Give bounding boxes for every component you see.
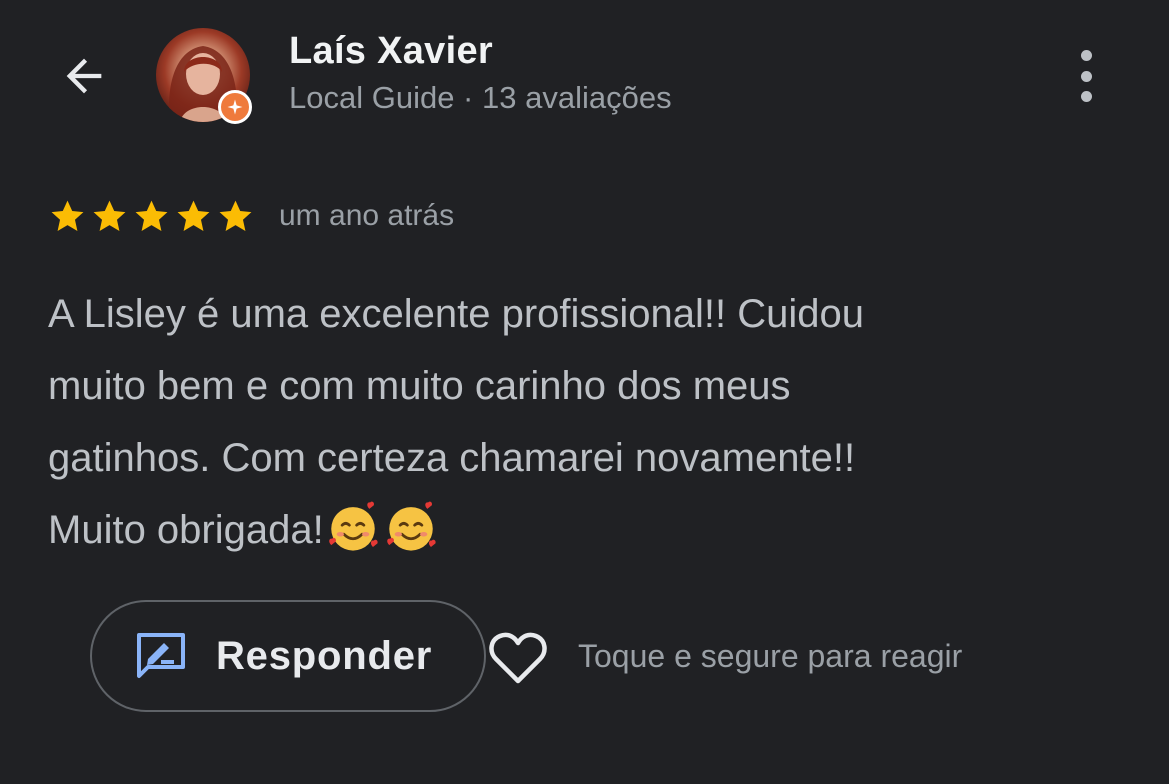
react-hint: Toque e segure para reagir xyxy=(578,638,963,674)
reply-label: Responder xyxy=(216,633,433,678)
review-date: um ano atrás xyxy=(279,199,455,232)
reply-button[interactable]: Responder xyxy=(90,600,486,712)
smiling-face-with-hearts-emoji xyxy=(328,502,378,551)
star-icon xyxy=(51,200,84,231)
local-guide-star-badge-icon xyxy=(227,99,243,115)
reviewer-meta: Local Guide · 13 avaliações xyxy=(289,80,672,115)
local-guide-badge xyxy=(218,90,252,124)
review-emojis xyxy=(324,502,440,552)
back-button[interactable] xyxy=(52,44,116,108)
heart-outline-icon xyxy=(489,632,547,684)
more-options-button[interactable] xyxy=(1064,46,1108,106)
star-icon xyxy=(135,200,168,231)
reviewer-name[interactable]: Laís Xavier xyxy=(289,30,493,73)
react-heart-button[interactable] xyxy=(486,626,550,690)
rating-row: um ano atrás xyxy=(48,196,454,236)
avatar[interactable] xyxy=(156,28,252,124)
star-icon xyxy=(219,200,252,231)
review-text: A Lisley é uma excelente profissional!! … xyxy=(48,278,1088,566)
star-rating xyxy=(48,197,255,236)
arrow-back-icon xyxy=(66,58,102,94)
review-text-body: A Lisley é uma excelente profissional!! … xyxy=(48,292,865,552)
star-icon xyxy=(177,200,210,231)
more-vertical-icon xyxy=(1080,50,1092,61)
smiling-face-with-hearts-emoji xyxy=(386,502,436,551)
reply-message-icon xyxy=(137,633,185,678)
star-icon xyxy=(93,200,126,231)
